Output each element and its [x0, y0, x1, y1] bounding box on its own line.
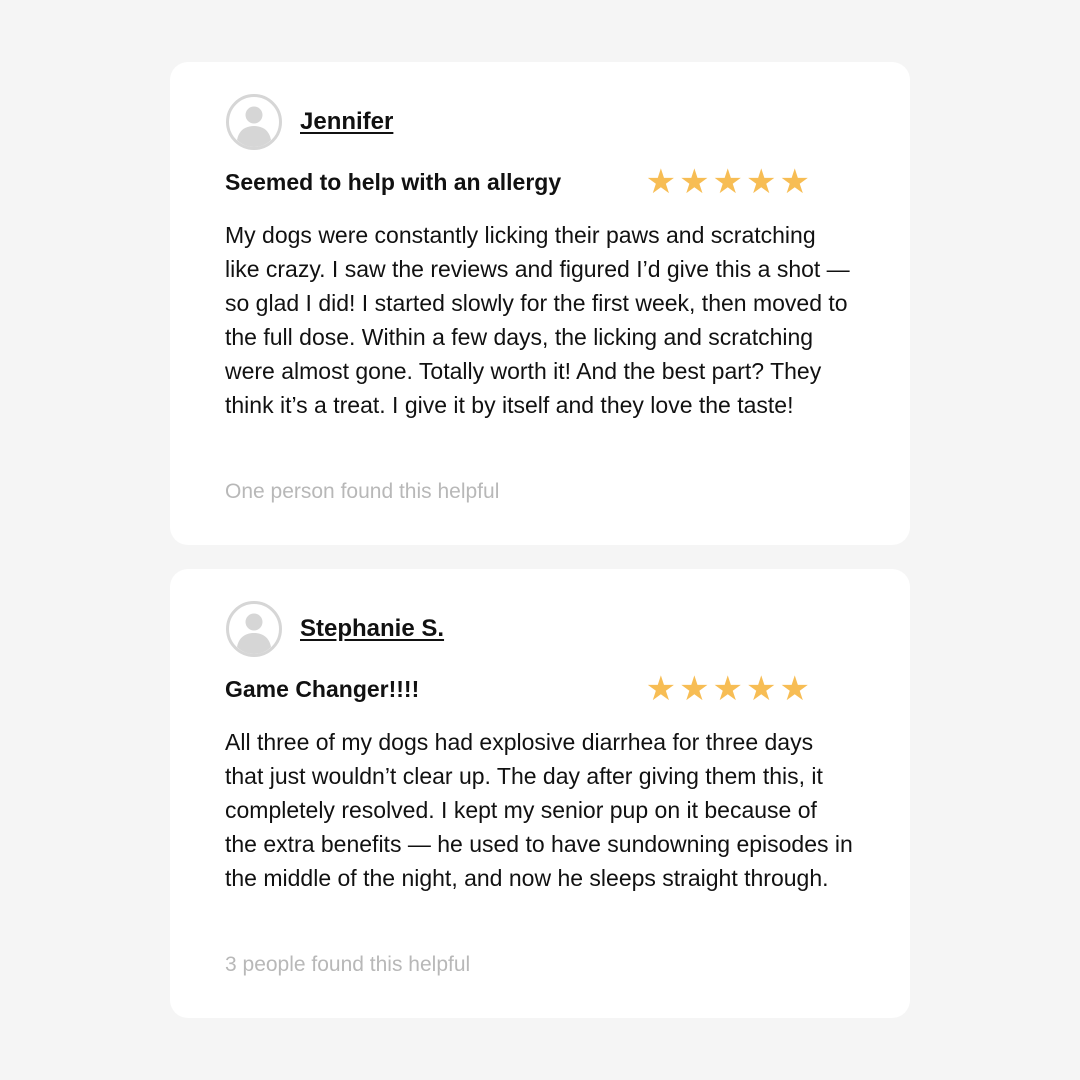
star-icon: ★ [779, 163, 810, 201]
review-title: Game Changer!!!! [225, 675, 420, 702]
review-body: All three of my dogs had explosive diarr… [225, 729, 853, 891]
user-avatar-icon [226, 601, 282, 657]
star-icon: ★ [679, 670, 710, 708]
reviewer-name[interactable]: Jennifer [300, 108, 393, 136]
star-icon: ★ [645, 163, 677, 201]
star-icon: ★ [645, 670, 677, 708]
star-icon: ★ [712, 670, 744, 708]
star-icon: ★ [779, 670, 810, 708]
review-card: Stephanie S. Game Changer!!!! ★ ★ ★ ★ ★ … [170, 569, 910, 1018]
reviewer-info: Stephanie S. [225, 599, 444, 659]
review-title: Seemed to help with an allergy [225, 168, 562, 195]
helpful-count: 3 people found this helpful [225, 953, 471, 976]
star-rating: ★ ★ ★ ★ ★ [645, 163, 810, 201]
star-icon: ★ [679, 163, 710, 201]
star-icon: ★ [746, 670, 777, 708]
helpful-count: One person found this helpful [225, 480, 500, 503]
user-avatar-icon [226, 94, 282, 150]
review-card: Jennifer Seemed to help with an allergy … [170, 62, 910, 545]
review-title-row: Seemed to help with an allergy ★ ★ ★ ★ ★ [225, 163, 810, 201]
review-title-row: Game Changer!!!! ★ ★ ★ ★ ★ [225, 670, 810, 708]
star-rating: ★ ★ ★ ★ ★ [645, 670, 810, 708]
star-icon: ★ [712, 163, 744, 201]
star-icon: ★ [746, 163, 777, 201]
reviewer-info: Jennifer [225, 92, 393, 152]
review-body: My dogs were constantly licking their pa… [225, 222, 850, 418]
reviewer-name[interactable]: Stephanie S. [300, 615, 444, 643]
